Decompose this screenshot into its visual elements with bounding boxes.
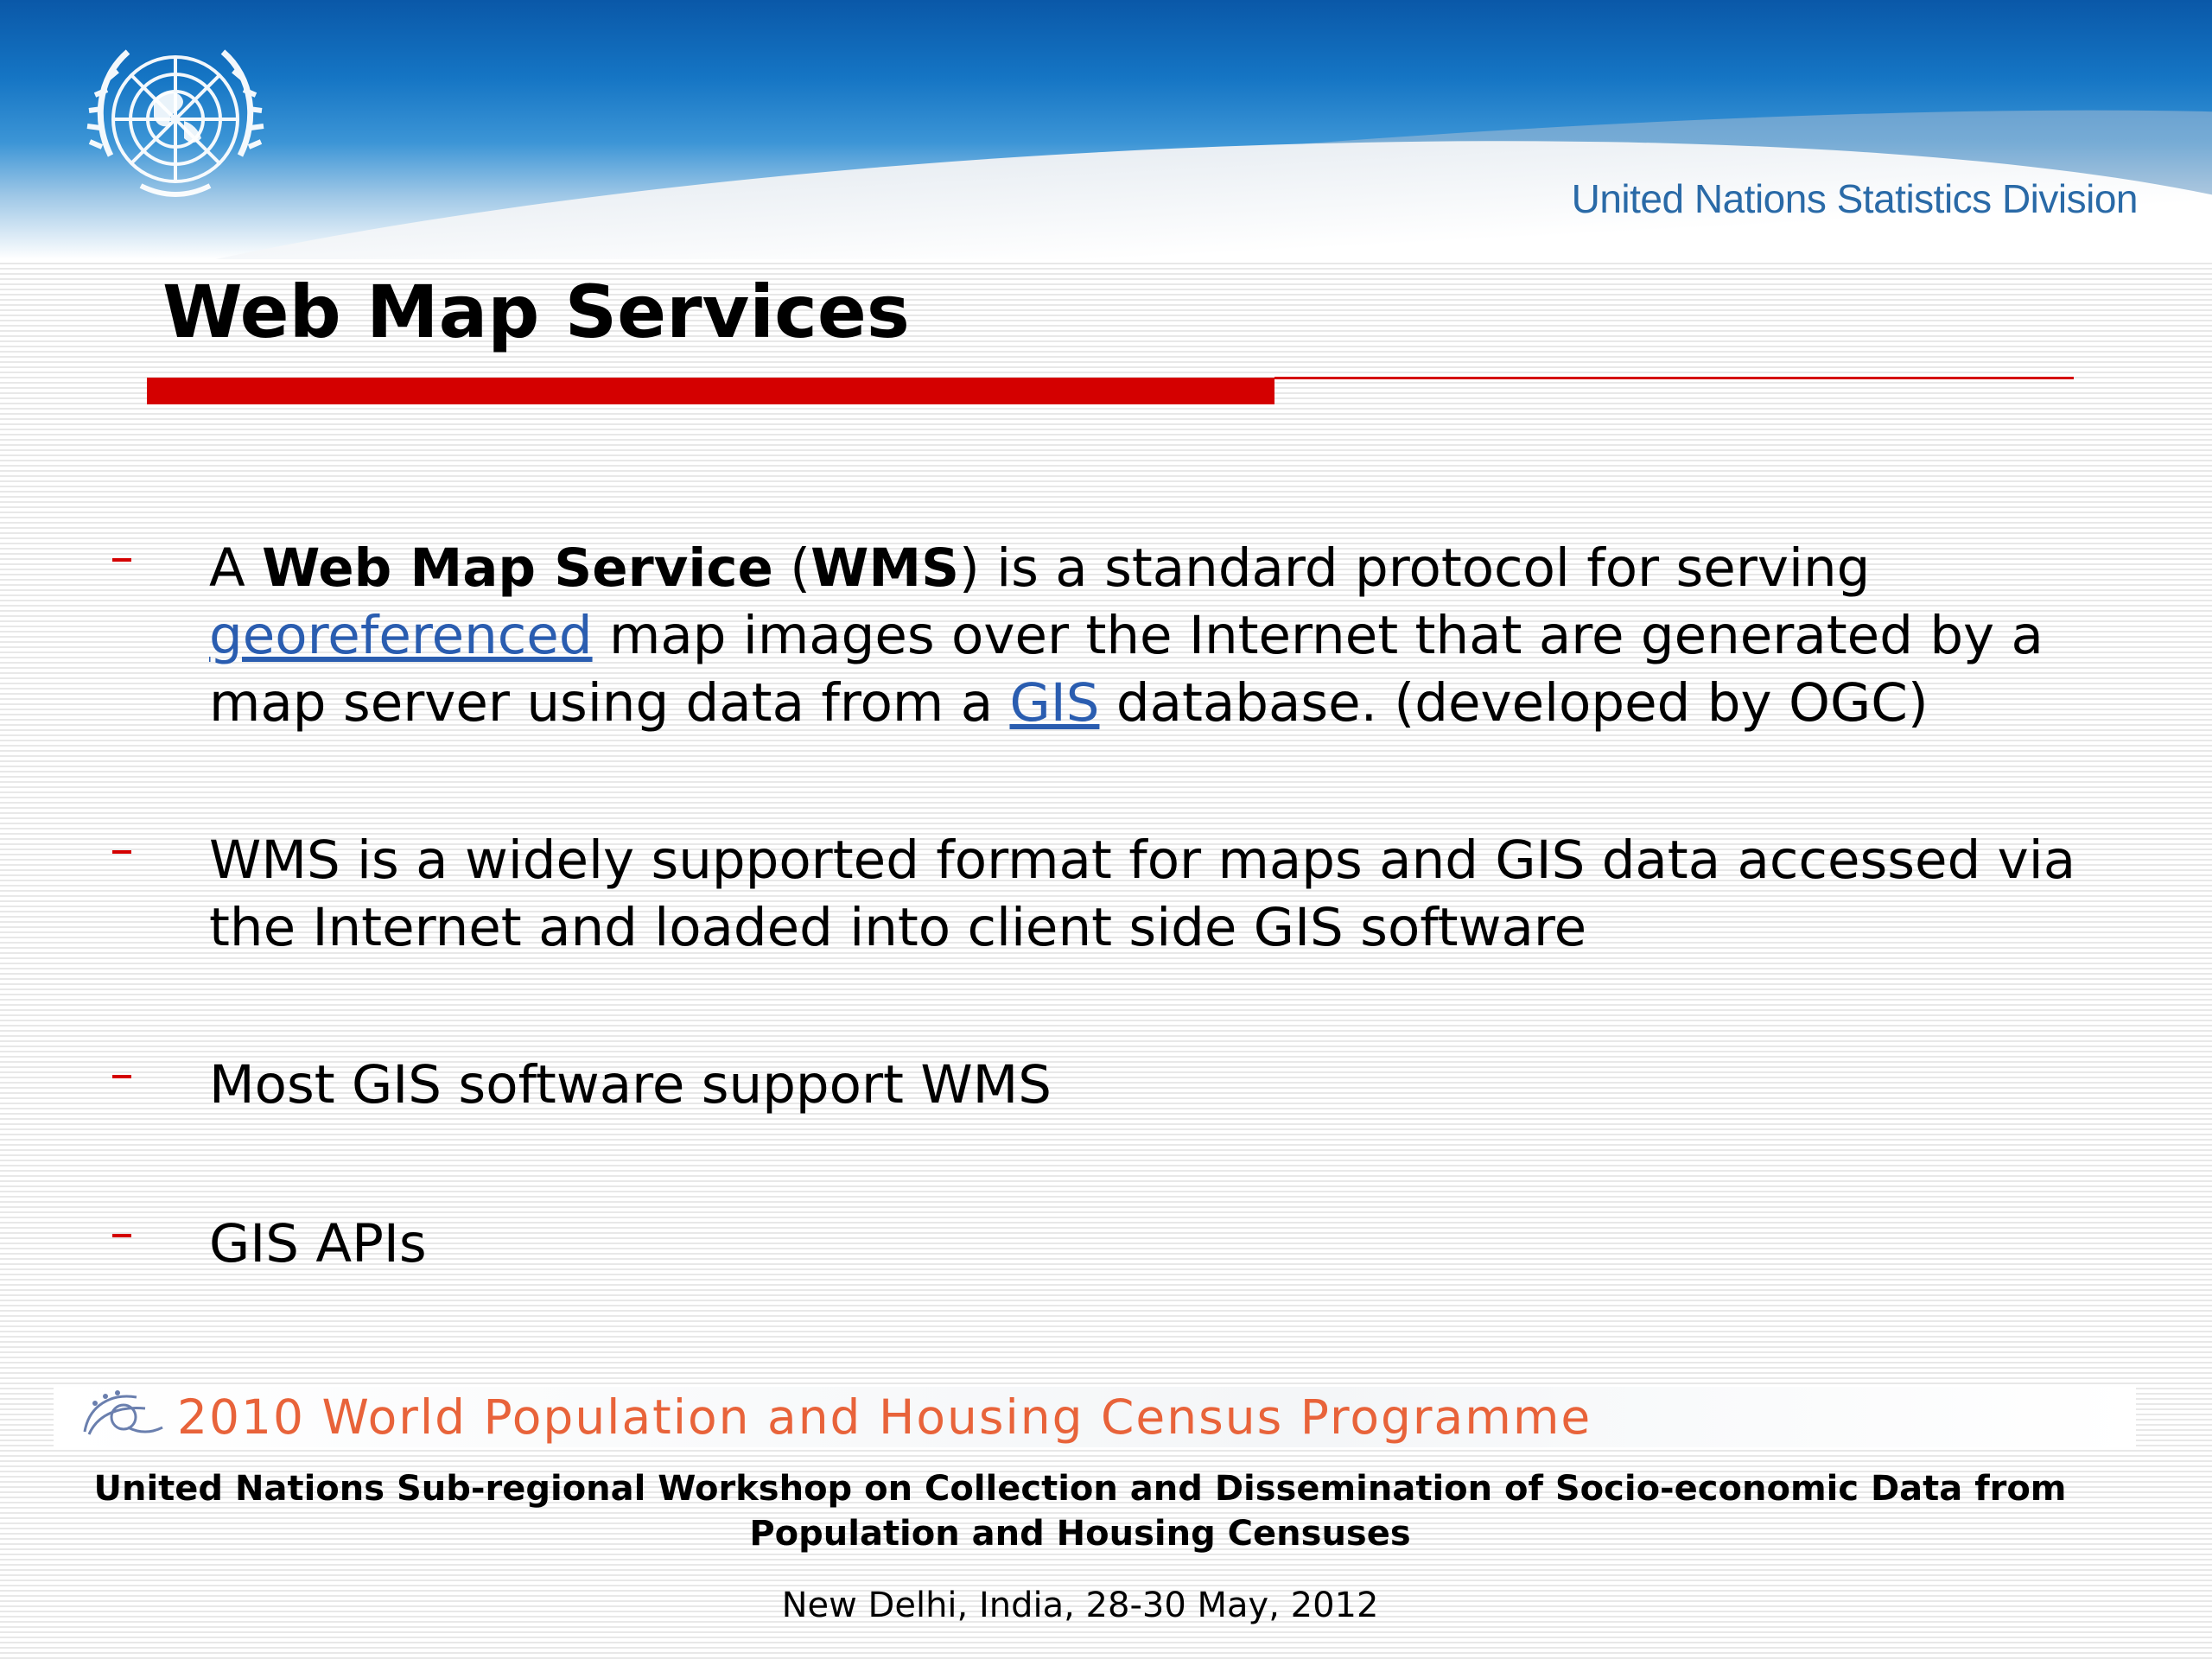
bullet-item: WMS is a widely supported format for map… bbox=[209, 830, 2076, 958]
bullet-text: A bbox=[209, 537, 263, 599]
bullet-dash bbox=[112, 850, 131, 854]
bullet-item: Most GIS software support WMS bbox=[209, 1054, 1052, 1116]
bullet-item: A Web Map Service (WMS) is a standard pr… bbox=[209, 535, 2127, 737]
georeferenced-link[interactable]: georeferenced bbox=[209, 605, 593, 666]
un-emblem-icon bbox=[86, 49, 264, 197]
bullet-dash bbox=[112, 1075, 131, 1078]
place-date: New Delhi, India, 28-30 May, 2012 bbox=[781, 1586, 1379, 1625]
census-programme-logo-icon bbox=[83, 1390, 163, 1435]
gis-link[interactable]: GIS bbox=[1009, 672, 1099, 734]
workshop-title: United Nations Sub-regional Workshop on … bbox=[93, 1469, 2067, 1554]
bullet-dash bbox=[112, 558, 131, 562]
header-swoosh bbox=[0, 83, 2212, 259]
bullet-item: GIS APIs bbox=[209, 1213, 427, 1274]
bullet-text: ( bbox=[772, 537, 811, 599]
slide-title: Web Map Services bbox=[162, 270, 910, 354]
title-underline-thick bbox=[147, 378, 1274, 404]
bold-term: Web Map Service bbox=[262, 537, 773, 599]
bullet-text: database. (developed by OGC) bbox=[1099, 672, 1929, 734]
census-programme-title: 2010 World Population and Housing Census… bbox=[177, 1389, 1592, 1445]
bullet-dash bbox=[112, 1234, 131, 1237]
title-underline-thin bbox=[1274, 377, 2074, 379]
bullet-text: ) is a standard protocol for serving bbox=[959, 537, 1871, 599]
slide-header: United Nations Statistics Division bbox=[0, 0, 2212, 259]
bold-term: WMS bbox=[810, 537, 959, 599]
division-name: United Nations Statistics Division bbox=[1571, 176, 2139, 221]
